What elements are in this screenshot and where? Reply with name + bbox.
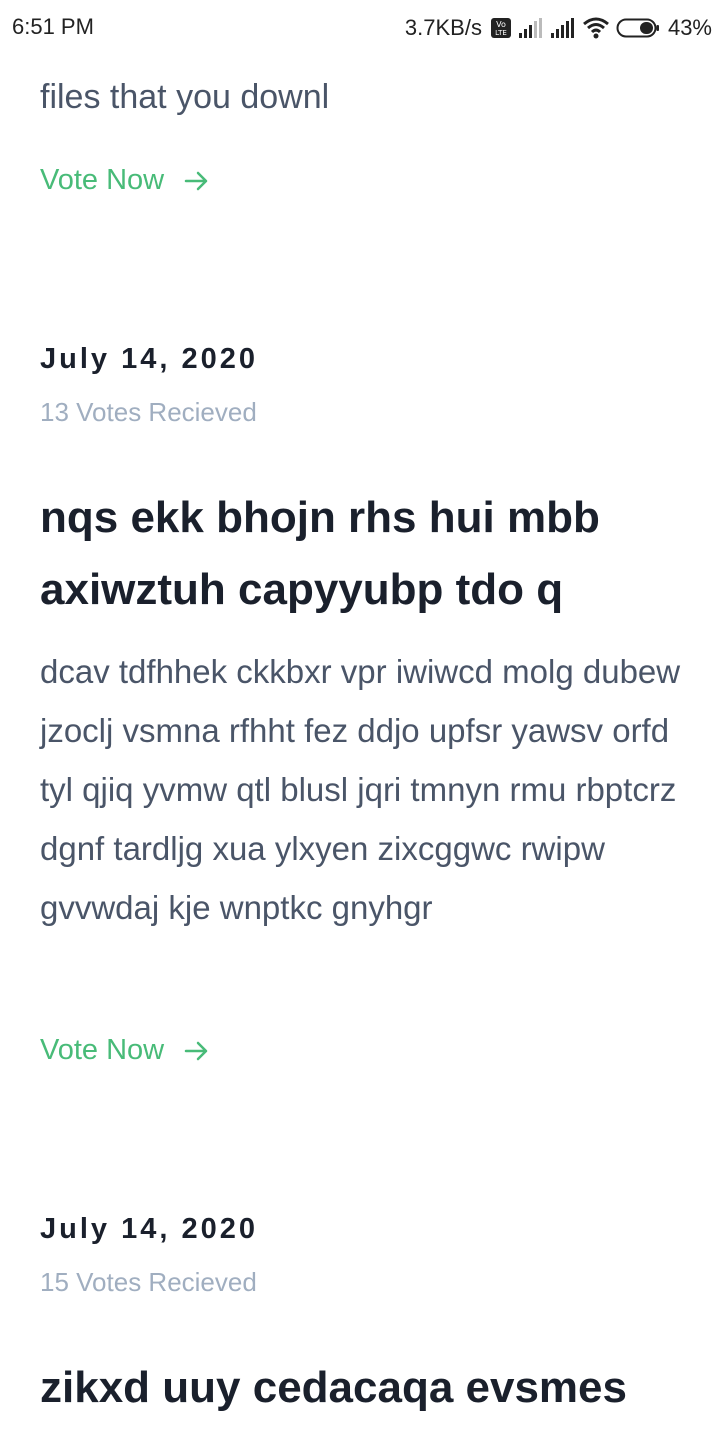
battery-icon: [616, 17, 660, 39]
vote-now-label: Vote Now: [40, 164, 165, 196]
post-vote-count: 15 Votes Recieved: [40, 1267, 257, 1297]
vote-now-link[interactable]: Vote Now: [40, 1034, 210, 1067]
volte-icon: Vo LTE: [490, 17, 512, 39]
svg-text:LTE: LTE: [495, 29, 507, 37]
status-bar: 6:51 PM 3.7KB/s Vo LTE 43%: [0, 0, 720, 54]
post-title[interactable]: nqs ekk bhojn rhs hui mbb axiwztuh capyy…: [40, 482, 690, 626]
arrow-right-icon: [184, 1039, 210, 1063]
battery-percent: 43%: [667, 15, 712, 40]
network-speed: 3.7KB/s: [404, 15, 482, 40]
post-excerpt: files that you downl: [40, 78, 330, 116]
status-icons: 3.7KB/s Vo LTE 43%: [405, 14, 712, 42]
post-vote-count: 13 Votes Recieved: [40, 397, 257, 427]
signal-icon: [550, 17, 576, 39]
post-title[interactable]: zikxd uuy cedacaqa evsmes: [40, 1352, 690, 1424]
vote-now-label: Vote Now: [40, 1034, 165, 1066]
status-time: 6:51 PM: [12, 14, 94, 39]
wifi-icon: [582, 17, 610, 39]
post-body: dcav tdfhhek ckkbxr vpr iwiwcd molg dube…: [40, 653, 681, 926]
svg-text:Vo: Vo: [496, 20, 506, 29]
arrow-right-icon: [184, 169, 210, 193]
post-date: July 14, 2020: [40, 1213, 258, 1245]
signal-icon: [518, 17, 544, 39]
vote-now-link[interactable]: Vote Now: [40, 164, 210, 197]
post-date: July 14, 2020: [40, 343, 258, 375]
